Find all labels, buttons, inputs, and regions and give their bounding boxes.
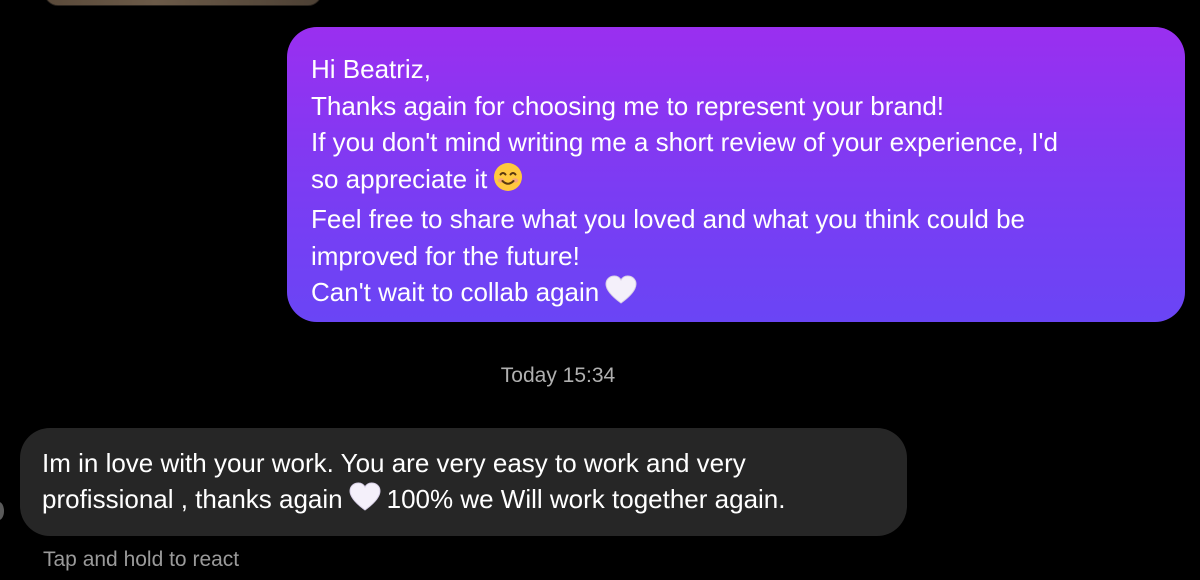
- message-line: so appreciate it: [311, 163, 488, 194]
- message-line-with-emoji: so appreciate it: [311, 161, 1163, 202]
- message-line-part: 100% we Will work together again.: [386, 484, 786, 514]
- message-line-with-emoji: Can't wait to collab again: [311, 274, 1163, 315]
- white-heart-emoji-icon: [605, 275, 637, 315]
- message-line-with-emoji: profissional , thanks again 100% we Will…: [42, 481, 887, 521]
- shared-media-preview[interactable]: [44, 0, 322, 6]
- message-line: Can't wait to collab again: [311, 277, 600, 307]
- message-line-part: profissional , thanks again: [42, 484, 343, 514]
- message-line: Hi Beatriz,: [311, 54, 431, 84]
- message-line: If you don't mind writing me a short rev…: [311, 127, 1058, 157]
- incoming-message-bubble[interactable]: Im in love with your work. You are very …: [20, 428, 907, 536]
- tap-to-react-hint: Tap and hold to react: [43, 548, 240, 571]
- sender-avatar[interactable]: [0, 502, 4, 520]
- message-line: Feel free to share what you loved and wh…: [311, 204, 1025, 234]
- smiling-face-emoji-icon: [493, 162, 523, 202]
- message-line: Thanks again for choosing me to represen…: [311, 90, 945, 121]
- message-timestamp: Today 15:34: [500, 364, 616, 387]
- message-line: Im in love with your work. You are very …: [42, 448, 746, 478]
- outgoing-message-bubble[interactable]: Hi Beatriz, Thanks again for choosing me…: [287, 27, 1185, 322]
- message-line: improved for the future!: [311, 240, 580, 271]
- white-heart-emoji-icon: [349, 482, 381, 521]
